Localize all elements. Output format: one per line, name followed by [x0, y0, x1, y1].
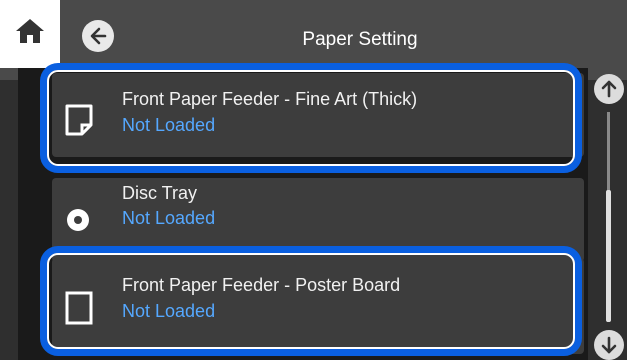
home-button[interactable]: [0, 0, 60, 68]
scrollbar-thumb[interactable]: [606, 190, 611, 322]
item-status: Not Loaded: [122, 115, 216, 135]
item-label: Front Paper Feeder - Poster Board: [122, 275, 401, 295]
disc-icon: [66, 208, 90, 237]
scroll-down-button[interactable]: [594, 330, 624, 360]
home-icon: [14, 17, 46, 50]
list-item-front-feeder-poster-board[interactable]: Front Paper Feeder - Poster Board Not Lo…: [52, 258, 584, 354]
scroll-down-icon: [601, 336, 617, 354]
page-title: Paper Setting: [302, 29, 418, 50]
back-button[interactable]: [82, 20, 114, 52]
scroll-up-icon: [601, 80, 617, 98]
list-item-disc-tray[interactable]: Disc Tray Not Loaded: [52, 178, 584, 262]
paper-setting-screen: Paper Setting Front Paper Feeder - Fine …: [0, 0, 627, 360]
item-label: Disc Tray: [122, 183, 198, 203]
item-status: Not Loaded: [122, 208, 216, 228]
list-item-front-feeder-fine-art[interactable]: Front Paper Feeder - Fine Art (Thick) No…: [52, 73, 584, 157]
back-arrow-icon: [90, 27, 107, 45]
item-label: Front Paper Feeder - Fine Art (Thick): [122, 89, 418, 109]
paper-sheet-icon: [64, 103, 94, 142]
item-status: Not Loaded: [122, 301, 216, 321]
board-icon: [64, 290, 94, 331]
scroll-up-button[interactable]: [594, 74, 624, 104]
